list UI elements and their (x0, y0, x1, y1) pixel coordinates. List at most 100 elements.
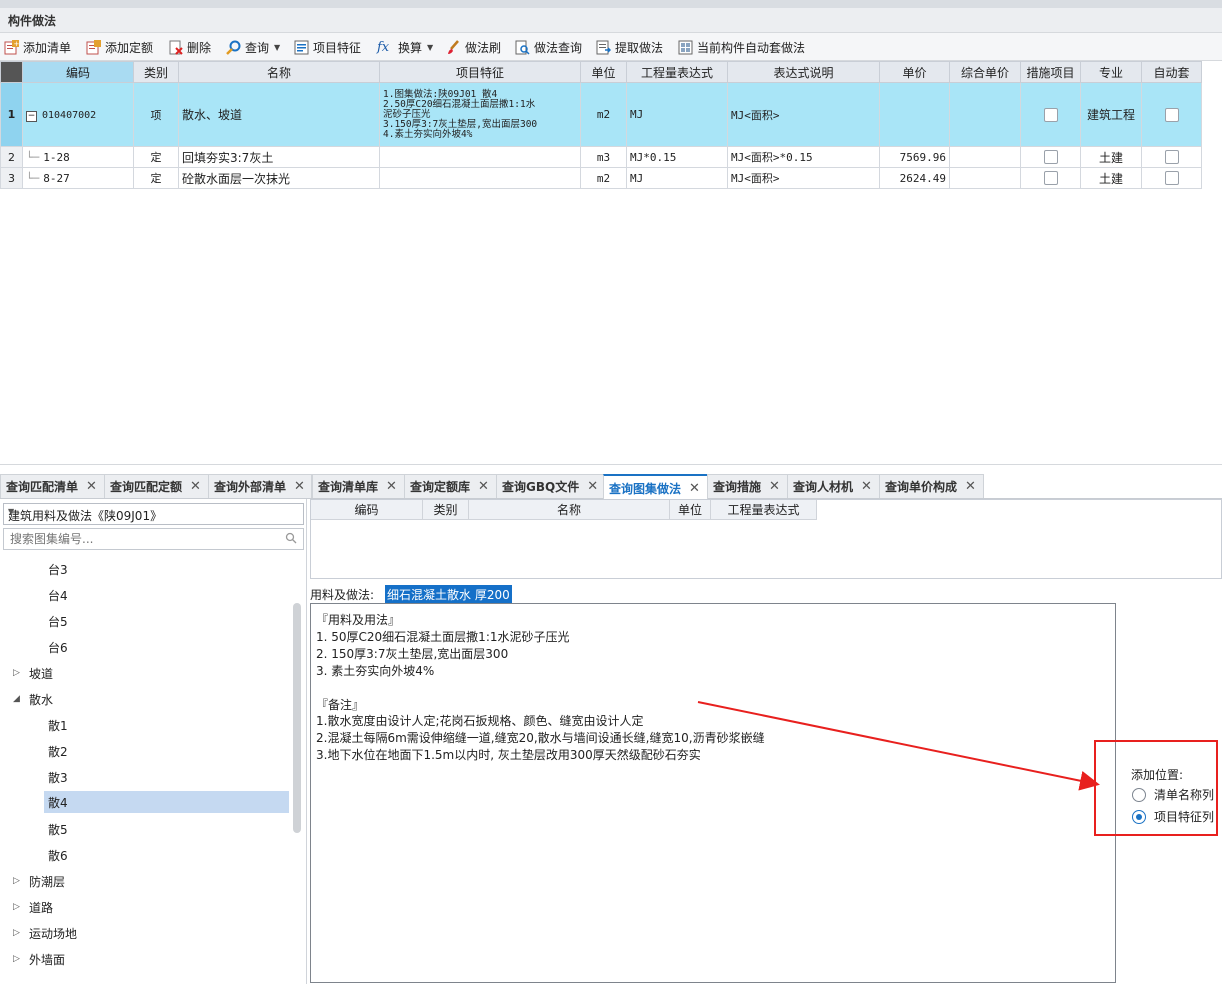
auto-cell[interactable] (1141, 146, 1202, 168)
radio-list-name[interactable]: 清单名称列 (1132, 786, 1214, 803)
close-icon[interactable]: ✕ (190, 479, 201, 494)
expression-desc-cell[interactable]: MJ<面积> (727, 167, 880, 189)
close-icon[interactable]: ✕ (861, 479, 872, 494)
tab-unit-price[interactable]: 查询单价构成 ✕ (879, 474, 984, 498)
expression-cell[interactable]: MJ (626, 167, 728, 189)
specialty-cell[interactable]: 土建 (1080, 167, 1142, 189)
col-header-unit[interactable]: 单位 (580, 61, 627, 83)
tab-atlas-method[interactable]: 查询图集做法 ✕ (603, 474, 708, 500)
tree-item[interactable]: ▷ 外墙面 (13, 948, 65, 970)
comp-price-cell[interactable] (949, 167, 1021, 189)
close-icon[interactable]: ✕ (478, 479, 489, 494)
col-header-specialty[interactable]: 专业 (1080, 61, 1142, 83)
code-cell[interactable]: −010407002 (22, 82, 134, 147)
tree-item[interactable]: ▷ 运动场地 (13, 922, 77, 944)
auto-checkbox[interactable] (1164, 150, 1179, 164)
tree-item[interactable]: ▷ 坡道 (13, 662, 53, 684)
collapse-icon[interactable]: − (26, 110, 37, 122)
tab-labor-material[interactable]: 查询人材机 ✕ (787, 474, 880, 498)
col-header-type[interactable]: 类别 (133, 61, 179, 83)
code-cell[interactable]: └─ 1-28 (22, 146, 134, 168)
tab-gbq-file[interactable]: 查询GBQ文件 ✕ (496, 474, 607, 498)
close-icon[interactable]: ✕ (86, 479, 97, 494)
search-icon[interactable] (285, 532, 297, 547)
query-header-unit[interactable]: 单位 (670, 500, 711, 520)
price-cell[interactable]: 7569.96 (879, 146, 950, 168)
type-cell[interactable]: 定 (133, 167, 179, 189)
specialty-cell[interactable]: 土建 (1080, 146, 1142, 168)
auto-cell[interactable] (1141, 82, 1202, 147)
query-dropdown[interactable]: 查询 ▼ (226, 37, 280, 57)
tree-item[interactable]: 散2 (48, 740, 68, 762)
feature-cell[interactable] (379, 167, 581, 189)
price-cell[interactable]: 2624.49 (879, 167, 950, 189)
radio-button-selected[interactable] (1132, 809, 1146, 824)
table-row[interactable]: 2 └─ 1-28 定 回填夯实3:7灰土 m3 MJ*0.15 MJ<面积>*0… (0, 146, 1202, 168)
close-icon[interactable]: ✕ (386, 479, 397, 494)
tab-match-quota[interactable]: 查询匹配定额 ✕ (104, 474, 209, 498)
collapse-icon[interactable]: ◢ (13, 694, 25, 704)
tree-item[interactable]: 散1 (48, 714, 68, 736)
tree-item[interactable]: 散3 (48, 766, 68, 788)
tree-item[interactable]: 台5 (48, 610, 68, 632)
expand-icon[interactable]: ▷ (13, 668, 25, 678)
close-icon[interactable]: ✕ (769, 479, 780, 494)
tree-item[interactable]: ◢ 散水 (13, 688, 53, 710)
unit-cell[interactable]: m3 (580, 146, 627, 168)
specialty-cell[interactable]: 建筑工程 (1080, 82, 1142, 147)
measure-checkbox[interactable] (1043, 107, 1058, 122)
expand-icon[interactable]: ▷ (13, 928, 25, 938)
auto-checkbox[interactable] (1164, 171, 1179, 185)
close-icon[interactable]: ✕ (965, 479, 976, 494)
expression-cell[interactable]: MJ (626, 82, 728, 147)
add-list-button[interactable]: + 添加清单 (4, 37, 71, 57)
close-icon[interactable]: ✕ (689, 481, 700, 496)
delete-button[interactable]: 删除 (168, 37, 211, 57)
name-cell[interactable]: 散水、坡道 (178, 82, 380, 147)
method-brush-button[interactable]: 做法刷 (446, 37, 501, 57)
measure-checkbox[interactable] (1043, 150, 1058, 164)
col-header-feature[interactable]: 项目特征 (379, 61, 581, 83)
comp-price-cell[interactable] (949, 82, 1021, 147)
tree-item[interactable]: 台6 (48, 636, 68, 658)
close-icon[interactable]: ✕ (294, 479, 305, 494)
add-quota-button[interactable]: 添加定额 (86, 37, 153, 57)
tree-item[interactable]: 散6 (48, 844, 68, 866)
table-row[interactable]: 3 └─ 8-27 定 砼散水面层一次抹光 m2 MJ MJ<面积> 2624.4… (0, 167, 1202, 189)
col-header-comp-price[interactable]: 综合单价 (949, 61, 1021, 83)
convert-dropdown[interactable]: fx 换算 ▼ (377, 37, 433, 57)
feature-cell[interactable] (379, 146, 581, 168)
col-header-auto[interactable]: 自动套 (1141, 61, 1202, 83)
name-cell[interactable]: 砼散水面层一次抹光 (178, 167, 380, 189)
expand-icon[interactable]: ▷ (13, 954, 25, 964)
col-header-expression[interactable]: 工程量表达式 (626, 61, 728, 83)
expand-icon[interactable]: ▷ (13, 902, 25, 912)
tab-external-list[interactable]: 查询外部清单 ✕ (208, 474, 312, 498)
table-row[interactable]: 1 −010407002 项 散水、坡道 1.图集做法:陕09J01 散4 2.… (0, 82, 1202, 147)
radio-button[interactable] (1132, 787, 1146, 802)
col-header-name[interactable]: 名称 (178, 61, 380, 83)
measure-cell[interactable] (1020, 82, 1081, 147)
extract-method-button[interactable]: 提取做法 (596, 37, 663, 57)
tree-item[interactable]: ▷ 道路 (13, 896, 53, 918)
comp-price-cell[interactable] (949, 146, 1021, 168)
tab-measures[interactable]: 查询措施 ✕ (707, 474, 788, 498)
code-cell[interactable]: └─ 8-27 (22, 167, 134, 189)
tree-item[interactable]: 台4 (48, 584, 68, 606)
col-header-code[interactable]: 编码 (22, 61, 134, 83)
atlas-search-input[interactable] (8, 531, 272, 547)
method-name[interactable]: 细石混凝土散水 厚200 (385, 585, 512, 604)
type-cell[interactable]: 定 (133, 146, 179, 168)
method-query-button[interactable]: 做法查询 (515, 37, 582, 57)
name-cell[interactable]: 回填夯实3:7灰土 (178, 146, 380, 168)
unit-cell[interactable]: m2 (580, 167, 627, 189)
tab-list-library[interactable]: 查询清单库 ✕ (312, 474, 405, 498)
auto-checkbox[interactable] (1164, 107, 1179, 122)
atlas-select[interactable]: 建筑用料及做法《陕09J01》 ▼ (3, 503, 304, 525)
expand-icon[interactable]: ▷ (13, 876, 25, 886)
col-header-measure[interactable]: 措施项目 (1020, 61, 1081, 83)
feature-cell[interactable]: 1.图集做法:陕09J01 散4 2.50厚C20细石混凝土面层撒1:1水 泥砂… (379, 82, 581, 147)
query-header-name[interactable]: 名称 (469, 500, 670, 520)
tab-quota-library[interactable]: 查询定额库 ✕ (404, 474, 497, 498)
measure-cell[interactable] (1020, 146, 1081, 168)
